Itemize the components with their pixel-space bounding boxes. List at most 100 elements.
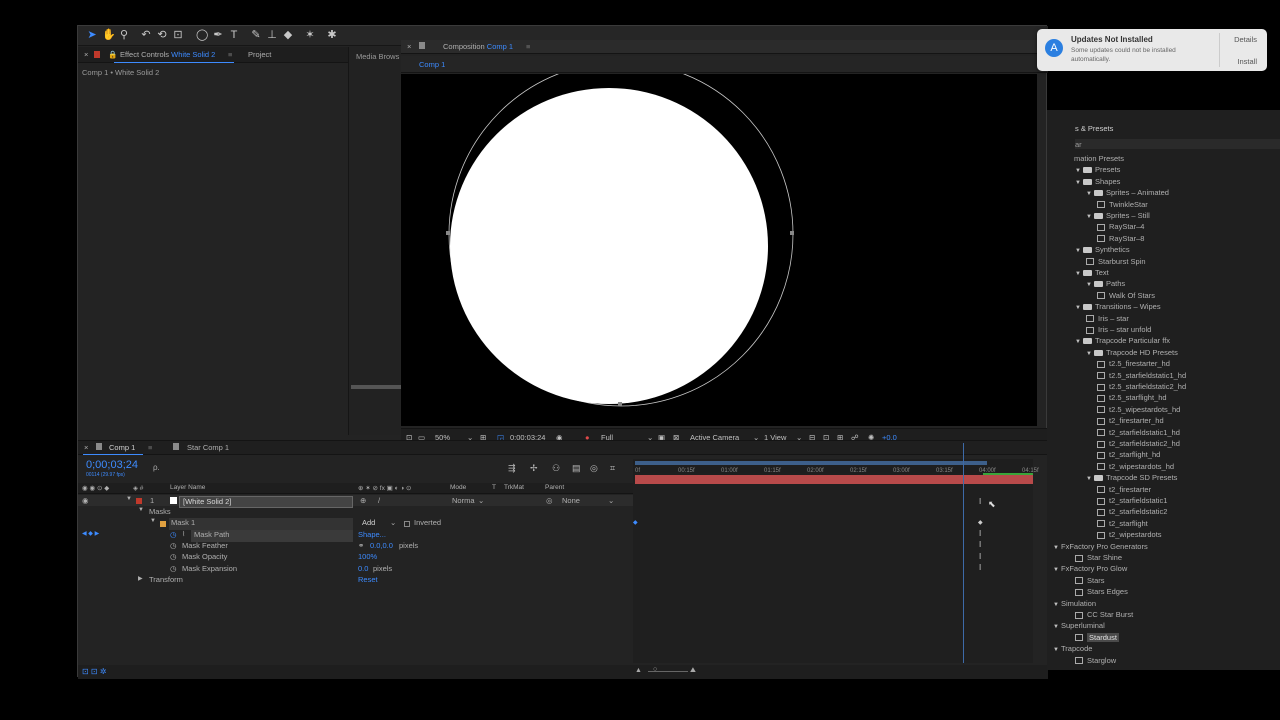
disclosure-arrow-icon[interactable]: ▼ xyxy=(1075,303,1083,314)
transform-reset-link[interactable]: Reset xyxy=(358,575,378,587)
details-button[interactable]: Details xyxy=(1234,35,1257,44)
transform-group-label[interactable]: Transform xyxy=(149,575,183,587)
masks-group-label[interactable]: Masks xyxy=(149,507,171,519)
close-icon[interactable]: × xyxy=(84,50,88,59)
stopwatch-icon[interactable]: ◷ xyxy=(170,530,177,542)
preset-item[interactable]: t2.5_starflight_hd xyxy=(1097,392,1167,403)
frame-blending-icon[interactable]: ▤ xyxy=(572,463,581,474)
shy-icon[interactable]: ⚇ xyxy=(552,463,560,474)
composition-viewer[interactable] xyxy=(401,61,1037,426)
disclosure-arrow-icon[interactable]: ▼ xyxy=(1086,349,1094,360)
clone-stamp-icon[interactable]: ⊥ xyxy=(266,29,278,41)
layer-name-field[interactable]: [White Solid 2] xyxy=(179,496,353,508)
preset-folder[interactable]: ▼ Sprites – Animated xyxy=(1086,187,1169,198)
link-icon[interactable]: ⚭ xyxy=(358,541,364,553)
keyframe-diamond-icon[interactable]: ◆ xyxy=(633,519,638,526)
brush-tool-icon[interactable]: ✎ xyxy=(250,29,262,41)
panel-menu-icon[interactable]: ≡ xyxy=(228,50,232,59)
tab-effect-controls[interactable]: Effect Controls White Solid 2 xyxy=(120,50,215,59)
mask-color-chip[interactable] xyxy=(160,521,166,527)
disclosure-arrow-icon[interactable]: ▼ xyxy=(1086,280,1094,291)
mask-mode-dropdown[interactable]: Add xyxy=(362,518,375,530)
preset-item[interactable]: t2_starfieldstatic2 xyxy=(1097,506,1167,517)
preset-folder[interactable]: ▼ Sprites – Still xyxy=(1086,210,1150,221)
install-button[interactable]: Install xyxy=(1237,57,1257,66)
media-browser-scrollbar[interactable] xyxy=(351,385,401,389)
preset-item[interactable]: t2_wipestardots xyxy=(1097,529,1162,540)
work-area-bar[interactable] xyxy=(635,461,987,465)
mask1-name[interactable]: Mask 1 xyxy=(169,518,353,530)
preset-item[interactable]: Starglow xyxy=(1075,655,1116,666)
mask-opacity-value[interactable]: 100% xyxy=(358,552,377,564)
mask-feather-label[interactable]: Mask Feather xyxy=(182,541,228,553)
mask-path-value[interactable]: Shape... xyxy=(358,530,386,542)
pickwhip-icon[interactable]: ◎ xyxy=(546,496,553,508)
panel-menu-icon[interactable]: ≡ xyxy=(526,42,530,51)
parent-dropdown[interactable]: None xyxy=(562,496,580,508)
expand-arrow-icon[interactable]: ▼ xyxy=(138,507,144,519)
mask-vertex-right[interactable] xyxy=(790,231,794,235)
preset-folder[interactable]: ▼ Text xyxy=(1075,267,1109,278)
preset-item[interactable]: t2.5_firestarter_hd xyxy=(1097,358,1170,369)
zoom-tool-icon[interactable]: ⚲ xyxy=(118,29,130,41)
close-icon[interactable]: × xyxy=(84,443,88,452)
mask-expansion-value[interactable]: 0.0 xyxy=(358,564,368,576)
disclosure-arrow-icon[interactable]: ▼ xyxy=(1075,269,1083,280)
preset-item[interactable]: Stars xyxy=(1075,575,1105,586)
disclosure-arrow-icon[interactable]: ▼ xyxy=(1075,246,1083,257)
pen-tool-icon[interactable]: ✒ xyxy=(212,29,224,41)
disclosure-arrow-icon[interactable]: ▼ xyxy=(1053,543,1061,554)
pan-behind-icon[interactable]: ⊡ xyxy=(172,29,184,41)
disclosure-arrow-icon[interactable]: ▼ xyxy=(1086,212,1094,223)
preset-item[interactable]: t2.5_starfieldstatic2_hd xyxy=(1097,381,1186,392)
current-time-indicator[interactable] xyxy=(963,443,964,663)
preset-item[interactable]: Iris – star unfold xyxy=(1086,324,1151,335)
roto-brush-icon[interactable]: ✶ xyxy=(304,29,316,41)
preset-item[interactable]: Stars Edges xyxy=(1075,586,1128,597)
preset-item[interactable]: Iris – star xyxy=(1086,313,1129,324)
preset-item[interactable]: Stardust xyxy=(1075,632,1119,643)
preset-item[interactable]: t2_starfieldstatic1 xyxy=(1097,495,1167,506)
preset-item[interactable]: t2_wipestardots_hd xyxy=(1097,461,1174,472)
label-color-chip[interactable] xyxy=(136,498,142,504)
keyframe-nav-icon[interactable]: ◀ ◆ ▶ xyxy=(82,530,99,542)
preset-item[interactable]: TwinkleStar xyxy=(1097,199,1148,210)
disclosure-arrow-icon[interactable]: ▼ xyxy=(1053,565,1061,576)
preset-item[interactable]: t2.5_wipestardots_hd xyxy=(1097,404,1180,415)
draft-3d-icon[interactable]: ✢ xyxy=(530,463,538,474)
preset-folder[interactable]: ▼ Synthetics xyxy=(1075,244,1130,255)
layer-row[interactable]: ◉ ▼ 1 [White Solid 2] ⊕ / Norma ⌄ ◎ None… xyxy=(78,495,633,508)
eraser-icon[interactable]: ◆ xyxy=(282,29,294,41)
tab-comp1[interactable]: Comp 1 xyxy=(109,443,135,452)
preset-item[interactable]: t2_firestarter_hd xyxy=(1097,415,1164,426)
mask-feather-value[interactable]: 0.0,0.0 xyxy=(370,541,393,553)
preset-folder[interactable]: ▼ Presets xyxy=(1075,164,1120,175)
effects-presets-title[interactable]: s & Presets xyxy=(1075,124,1113,133)
hand-tool-icon[interactable]: ✋ xyxy=(102,29,116,41)
disclosure-arrow-icon[interactable]: ▼ xyxy=(1053,645,1061,656)
stopwatch-icon[interactable]: ◷ xyxy=(170,564,177,576)
trkmat-header[interactable]: TrkMat xyxy=(504,484,524,496)
disclosure-arrow-icon[interactable]: ▼ xyxy=(1053,600,1061,611)
preset-item[interactable]: Star Shine xyxy=(1075,552,1122,563)
tab-composition[interactable]: Composition Comp 1 xyxy=(443,42,513,51)
mask-opacity-label[interactable]: Mask Opacity xyxy=(182,552,227,564)
update-notification[interactable]: A Updates Not Installed Some updates cou… xyxy=(1037,29,1267,71)
preset-item[interactable]: t2_starfieldstatic1_hd xyxy=(1097,427,1180,438)
preset-folder[interactable]: ▼ Trapcode SD Presets xyxy=(1086,472,1177,483)
preset-folder[interactable]: ▼ FxFactory Pro Generators xyxy=(1053,541,1148,552)
parent-header[interactable]: Parent xyxy=(545,484,564,496)
disclosure-arrow-icon[interactable]: ▼ xyxy=(1053,622,1061,633)
stopwatch-icon[interactable]: ◷ xyxy=(170,541,177,553)
preset-folder[interactable]: ▼ Shapes xyxy=(1075,176,1120,187)
keyframe-diamond-icon[interactable]: ◆ xyxy=(978,519,983,526)
preset-item[interactable]: t2_starflight xyxy=(1097,518,1148,529)
zoom-slider-thumb[interactable]: ○ xyxy=(653,666,657,673)
ellipse-tool-icon[interactable]: ◯ xyxy=(196,29,208,41)
preset-folder[interactable]: ▼ Trapcode Particular ffx xyxy=(1075,335,1170,346)
motion-blur-icon[interactable]: ◎ xyxy=(590,463,598,474)
timeline-track-area[interactable]: I ◆ I I I I ◆ ⬉ xyxy=(633,443,1033,663)
mask-vertex-bottom[interactable] xyxy=(618,402,622,406)
disclosure-arrow-icon[interactable]: ▼ xyxy=(1086,189,1094,200)
preset-item[interactable]: Starburst Spin xyxy=(1086,256,1146,267)
